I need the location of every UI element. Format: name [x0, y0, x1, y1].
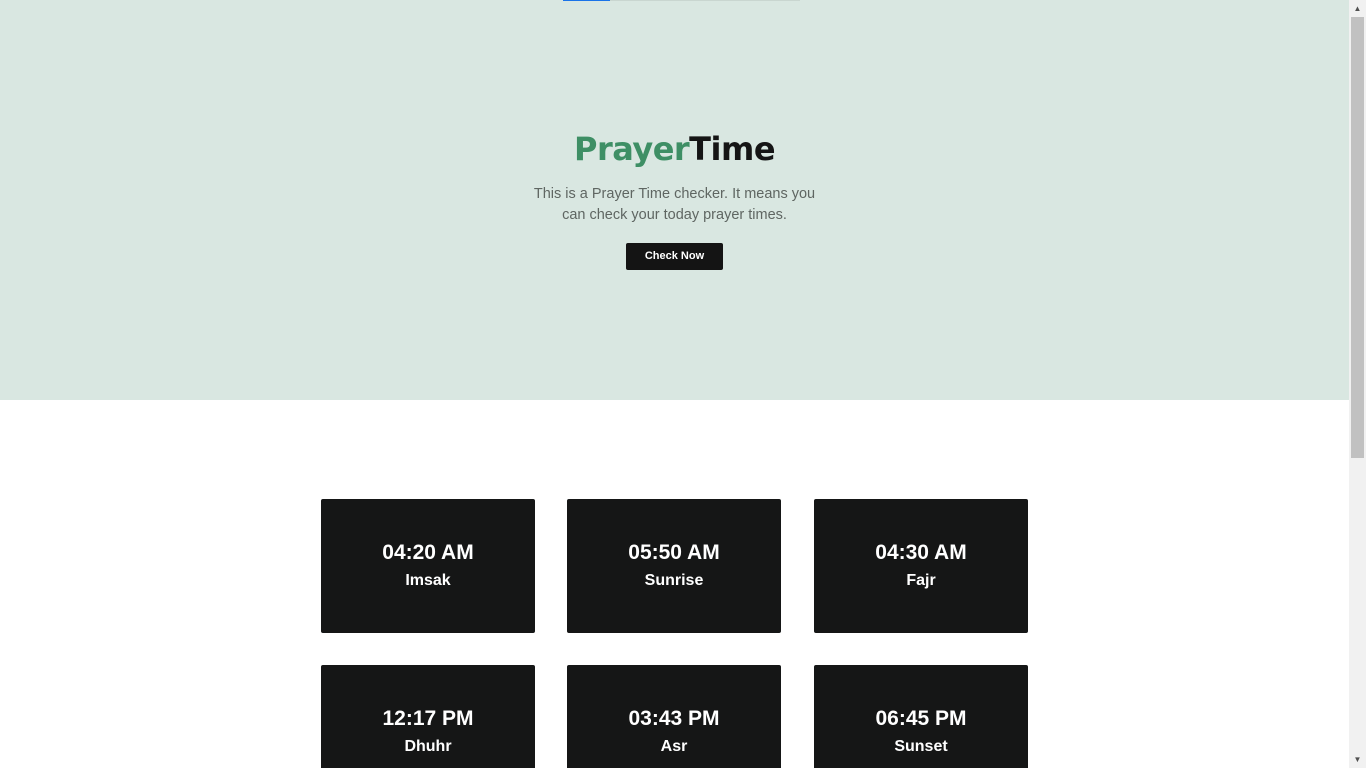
prayer-card-asr: 03:43 PM Asr — [567, 665, 781, 768]
check-now-button[interactable]: Check Now — [626, 243, 723, 270]
scrollbar-thumb[interactable] — [1351, 17, 1364, 458]
prayer-card-fajr: 04:30 AM Fajr — [814, 499, 1028, 633]
scroll-down-icon[interactable]: ▼ — [1349, 751, 1366, 768]
prayer-card-dhuhr: 12:17 PM Dhuhr — [321, 665, 535, 768]
prayer-time: 06:45 PM — [875, 707, 967, 730]
prayer-time: 04:20 AM — [382, 541, 474, 564]
page-viewport: PrayerTime This is a Prayer Time checker… — [0, 0, 1349, 768]
prayer-name: Imsak — [405, 572, 451, 589]
prayer-time: 05:50 AM — [628, 541, 720, 564]
hero-description: This is a Prayer Time checker. It means … — [533, 186, 816, 223]
hero-section: PrayerTime This is a Prayer Time checker… — [0, 0, 1349, 400]
prayer-time: 12:17 PM — [382, 707, 474, 730]
page-loading-bar — [563, 0, 800, 1]
scroll-up-icon[interactable]: ▲ — [1349, 0, 1366, 17]
prayer-name: Sunset — [894, 738, 948, 755]
page-title: PrayerTime — [0, 127, 1349, 171]
prayer-name: Sunrise — [644, 572, 704, 589]
vertical-scrollbar[interactable]: ▲ ▼ — [1349, 0, 1366, 768]
prayer-card-sunset: 06:45 PM Sunset — [814, 665, 1028, 768]
prayer-name: Dhuhr — [404, 738, 452, 755]
prayer-name: Asr — [660, 738, 688, 755]
title-brand-word: Prayer — [573, 130, 690, 168]
title-suffix-word: Time — [689, 130, 776, 168]
prayer-time: 03:43 PM — [628, 707, 720, 730]
page-loading-bar-fill — [563, 0, 611, 1]
prayer-card-imsak: 04:20 AM Imsak — [321, 499, 535, 633]
prayer-name: Fajr — [906, 572, 936, 589]
prayer-time: 04:30 AM — [875, 541, 967, 564]
prayer-card-sunrise: 05:50 AM Sunrise — [567, 499, 781, 633]
